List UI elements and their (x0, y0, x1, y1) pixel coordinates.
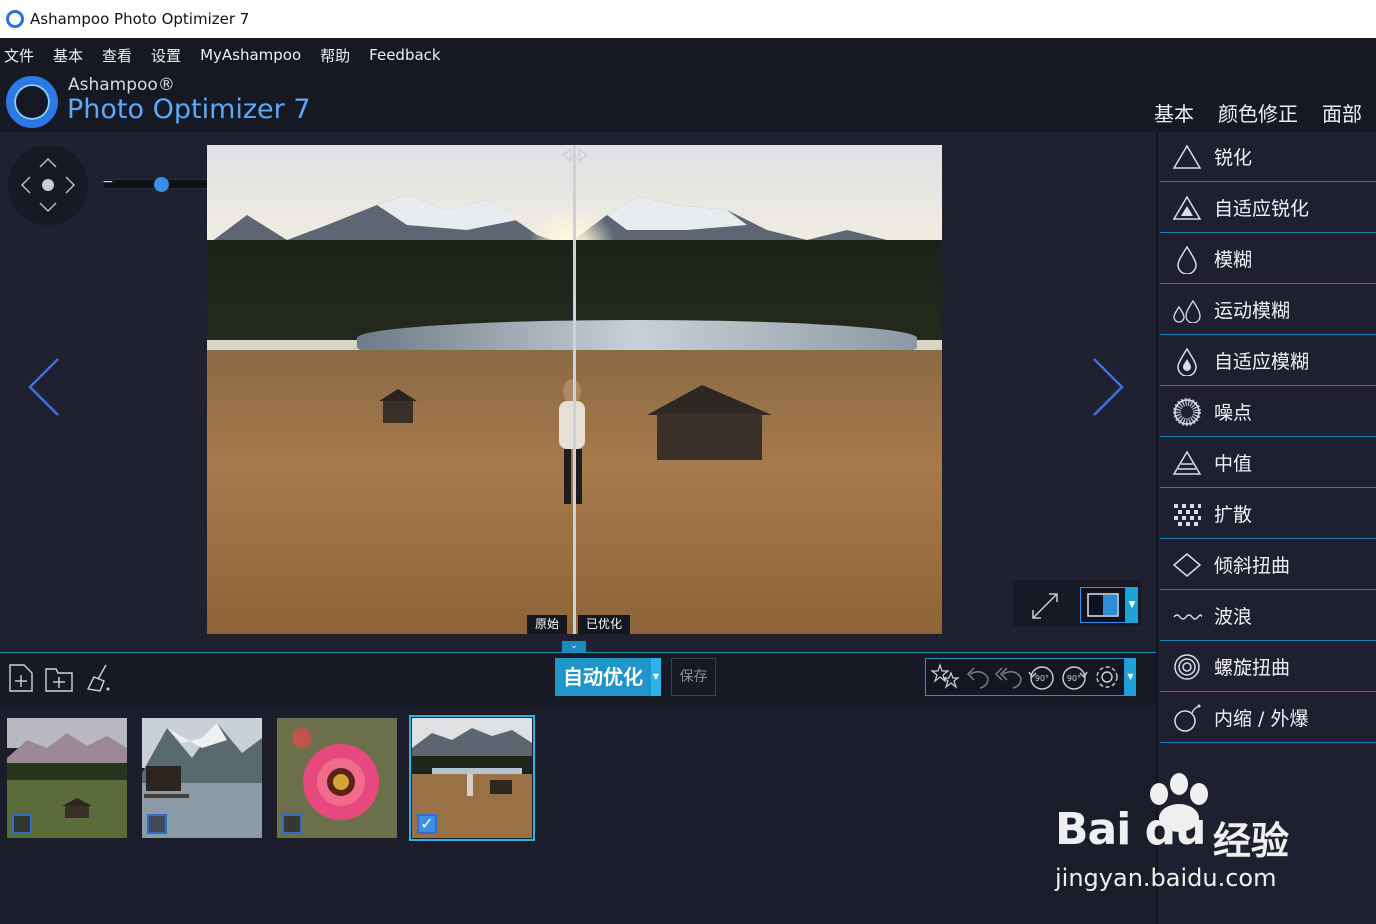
menu-view[interactable]: 查看 (102, 45, 132, 66)
next-image-arrow-icon[interactable] (1086, 357, 1126, 417)
filter-diffuse[interactable]: 扩散 (1160, 489, 1376, 539)
bottom-toolbar: 自动优化 ▼ 保存 90° 90° ▼ (0, 652, 1156, 706)
watermark-url: jingyan.baidu.com (1055, 864, 1277, 892)
filter-motion-blur[interactable]: 运动模糊 (1160, 285, 1376, 335)
thumbnail-checkbox[interactable] (282, 814, 302, 834)
svg-text:90°: 90° (1035, 674, 1049, 683)
filter-swirl[interactable]: 螺旋扭曲 (1160, 642, 1376, 692)
tab-basic[interactable]: 基本 (1154, 98, 1194, 127)
diffuse-icon (1174, 503, 1201, 526)
rotate-right-icon[interactable]: 90° (1059, 662, 1091, 692)
save-button[interactable]: 保存 (671, 658, 716, 696)
gear-icon[interactable] (1092, 662, 1122, 692)
edit-tools-group: 90° 90° (925, 658, 1125, 696)
filter-median[interactable]: 中值 (1160, 438, 1376, 488)
clear-broom-icon[interactable] (84, 663, 114, 693)
noise-icon (1173, 397, 1201, 426)
thumbnail-checkbox[interactable] (12, 814, 32, 834)
triangle-adaptive-icon (1172, 195, 1202, 220)
photo-person (559, 379, 585, 504)
brand-small: Ashampoo® (68, 75, 175, 95)
bomb-icon (1174, 704, 1201, 732)
split-handle-icon[interactable] (558, 147, 592, 163)
thumbnail-item[interactable] (7, 718, 127, 838)
window-title: Ashampoo Photo Optimizer 7 (30, 10, 250, 28)
drop-adaptive-icon (1177, 347, 1197, 376)
baidu-watermark: Bai du 经验 jingyan.baidu.com (1055, 772, 1305, 902)
logo-icon (6, 76, 58, 128)
thumbnail-strip: ✓ (0, 706, 1156, 924)
previous-image-arrow-icon[interactable] (26, 357, 66, 417)
menu-feedback[interactable]: Feedback (369, 46, 440, 64)
app-icon (6, 10, 24, 28)
wave-icon (1173, 613, 1202, 620)
filter-noise[interactable]: 噪点 (1160, 387, 1376, 437)
label-original: 原始 (527, 615, 568, 634)
spiral-icon (1174, 653, 1200, 680)
thumbnail-checkbox-checked[interactable]: ✓ (417, 814, 437, 834)
add-file-icon[interactable] (8, 663, 34, 693)
label-optimized: 已优化 (578, 615, 631, 634)
split-view-icon (1087, 593, 1119, 617)
menu-file[interactable]: 文件 (4, 45, 34, 66)
drop-icon (1177, 245, 1197, 274)
zoom-slider-knob[interactable] (154, 177, 169, 192)
favorites-stars-icon[interactable] (930, 662, 960, 692)
filter-wave[interactable]: 波浪 (1160, 591, 1376, 641)
motion-drops-icon (1173, 299, 1201, 323)
filter-sharpen[interactable]: 锐化 (1160, 132, 1376, 182)
thumbnail-item-selected[interactable]: ✓ (409, 715, 535, 841)
filter-shear[interactable]: 倾斜扭曲 (1160, 540, 1376, 590)
pan-pad[interactable] (8, 145, 88, 225)
photo-hut (647, 385, 772, 460)
menu-myashampoo[interactable]: MyAshampoo (200, 46, 301, 64)
filter-adaptive-sharpen[interactable]: 自适应锐化 (1160, 183, 1376, 233)
menu-bar: 文件 基本 查看 设置 MyAshampoo 帮助 Feedback (0, 38, 1376, 72)
filter-blur[interactable]: 模糊 (1160, 234, 1376, 284)
undo-icon[interactable] (962, 662, 992, 692)
brand-big: Photo Optimizer 7 (67, 94, 311, 125)
menu-settings[interactable]: 设置 (151, 45, 181, 66)
fullscreen-icon[interactable] (1027, 580, 1067, 626)
filter-adaptive-blur[interactable]: 自适应模糊 (1160, 336, 1376, 386)
category-tabs: 基本 颜色修正 面部 (1130, 98, 1362, 127)
tab-color-correction[interactable]: 颜色修正 (1218, 98, 1298, 127)
image-viewer: − + (0, 132, 1156, 652)
edit-tools-dropdown[interactable]: ▼ (1125, 658, 1136, 696)
thumbnail-item[interactable] (277, 718, 397, 838)
watermark-jingyan: 经验 (1213, 819, 1290, 863)
collapse-thumbnails-button[interactable]: ⌄ (562, 641, 586, 652)
diamond-icon (1172, 552, 1202, 577)
filter-implode-explode[interactable]: 内缩 / 外爆 (1160, 693, 1376, 743)
watermark-brand: Bai du (1055, 804, 1206, 855)
median-icon (1172, 450, 1202, 475)
app-header: Ashampoo® Photo Optimizer 7 基本 颜色修正 面部 (0, 72, 1376, 132)
add-folder-icon[interactable] (44, 663, 74, 693)
title-bar: Ashampoo Photo Optimizer 7 (0, 0, 1376, 38)
menu-basic[interactable]: 基本 (53, 45, 83, 66)
compare-split-line[interactable] (573, 145, 576, 634)
undo-all-icon[interactable] (993, 662, 1023, 692)
pan-center-dot[interactable] (42, 179, 54, 191)
thumbnail-checkbox[interactable] (147, 814, 167, 834)
auto-optimize-button[interactable]: 自动优化 (555, 658, 651, 696)
thumbnail-item[interactable] (142, 718, 262, 838)
photo-small-hut (379, 389, 417, 423)
compare-mode-button[interactable] (1080, 587, 1126, 623)
triangle-icon (1172, 144, 1202, 169)
tab-face[interactable]: 面部 (1322, 98, 1362, 127)
zoom-out-button[interactable]: − (102, 174, 114, 190)
menu-help[interactable]: 帮助 (320, 45, 350, 66)
main-photo[interactable]: 原始 已优化 (207, 145, 942, 634)
compare-mode-dropdown[interactable]: ▼ (1126, 587, 1138, 623)
auto-optimize-dropdown[interactable]: ▼ (651, 658, 661, 696)
rotate-left-icon[interactable]: 90° (1025, 662, 1057, 692)
svg-text:90°: 90° (1067, 674, 1081, 683)
